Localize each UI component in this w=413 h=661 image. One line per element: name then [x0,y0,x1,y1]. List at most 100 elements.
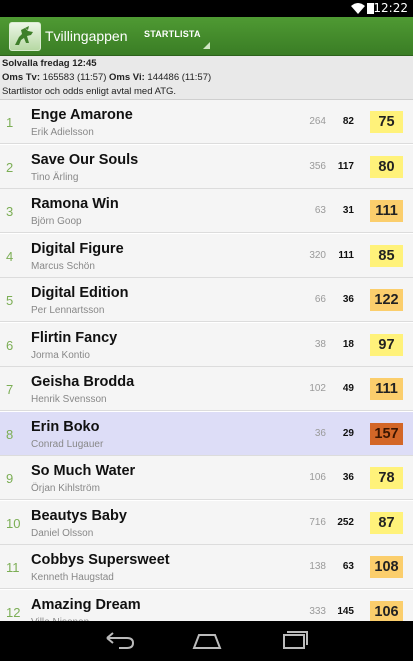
start-number: 6 [6,337,14,353]
start-number: 7 [6,382,14,397]
list-item[interactable]: 4 Digital Figure Marcus Schön 320 111 85 [0,233,413,278]
oms-tv-value: 165583 (11:57) [42,72,107,83]
start-number: 2 [6,159,14,175]
driver-name: Tino Ärling [31,171,79,183]
horse-name: Ramona Win [31,196,119,212]
list-item[interactable]: 3 Ramona Win Björn Goop 63 31 111 [0,189,413,233]
turnover-value: 63 [314,205,326,216]
turnover-value: 36 [314,427,326,439]
race-info-header: Solvalla fredag 12:45 Oms Tv: 165583 (11… [0,56,413,100]
horse-name: Geisha Brodda [31,374,135,390]
odds-value: 82 [342,116,354,127]
driver-name: Daniel Olsson [31,527,94,539]
list-item[interactable]: 9 So Much Water Örjan Kihlström 106 36 78 [0,456,413,500]
turnover-value: 138 [309,561,326,572]
horse-name: Amazing Dream [31,596,141,613]
score-badge: 85 [370,244,403,267]
list-item[interactable]: 7 Geisha Brodda Henrik Svensson 102 49 111 [0,367,413,411]
horse-name: So Much Water [31,463,136,479]
score-badge: 87 [370,511,403,534]
start-number: 8 [6,426,14,442]
start-number: 4 [6,248,14,264]
app-logo-icon[interactable] [9,22,41,51]
driver-name: Henrik Svensson [31,394,107,405]
start-number: 1 [6,115,14,130]
turnover-line: Oms Tv: 165583 (11:57) Oms Vi: 144486 (1… [2,72,211,83]
score-badge: 106 [370,600,403,621]
score-badge: 157 [370,422,403,445]
odds-value: 145 [337,605,354,617]
turnover-value: 264 [309,116,326,127]
race-title: Solvalla fredag 12:45 [2,58,97,69]
horse-name: Cobbys Supersweet [31,552,170,568]
list-item[interactable]: 2 Save Our Souls Tino Ärling 356 117 80 [0,144,413,189]
action-bar: Tvillingappen STARTLISTA [0,17,413,56]
driver-name: Per Lennartsson [31,305,105,316]
list-item[interactable]: 10 Beautys Baby Daniel Olsson 716 252 87 [0,500,413,545]
oms-vi-value: 144486 (11:57) [147,72,212,83]
odds-value: 31 [342,205,354,216]
clock: 12:22 [373,1,408,15]
start-number: 3 [6,204,14,219]
turnover-value: 356 [309,160,326,172]
horse-name: Enge Amarone [31,107,133,123]
turnover-value: 38 [314,338,326,350]
app-title: Tvillingappen [45,28,128,44]
dropdown-corner-icon [203,42,210,49]
odds-value: 29 [342,427,354,439]
turnover-value: 106 [309,472,326,483]
oms-tv-label: Oms Tv: [2,72,41,83]
score-badge: 75 [370,111,403,133]
list-item[interactable]: 12Amazing DreamVille Nisonen333145106 [0,589,413,621]
odds-value: 117 [337,160,354,172]
odds-value: 252 [337,516,354,528]
driver-name: Marcus Schön [31,260,95,272]
score-badge: 111 [370,378,403,400]
odds-value: 111 [338,249,354,261]
list-item[interactable]: 8 Erin Boko Conrad Lugauer 36 29 157 [0,411,413,456]
turnover-value: 716 [309,516,326,528]
list-item[interactable]: 1 Enge Amarone Erik Adielsson 264 82 75 [0,100,413,144]
oms-vi-label: Oms Vi: [109,72,145,83]
horse-name: Beautys Baby [31,507,127,524]
odds-value: 36 [342,472,354,483]
list-item[interactable]: 11 Cobbys Supersweet Kenneth Haugstad 138 63… [0,545,413,589]
turnover-value: 102 [309,383,326,394]
score-badge: 108 [370,556,403,578]
home-icon[interactable] [185,630,229,652]
wifi-icon [351,3,365,14]
turnover-value: 333 [309,605,326,617]
score-badge: 122 [370,289,403,311]
driver-name: Conrad Lugauer [31,438,104,450]
horse-name: Erin Boko [31,418,100,435]
tab-startlista[interactable]: STARTLISTA [144,29,201,39]
driver-name: Örjan Kihlström [31,483,100,494]
back-icon[interactable] [97,630,141,652]
start-list[interactable]: 1 Enge Amarone Erik Adielsson 264 82 75 2 Save … [0,100,413,621]
start-number: 10 [6,515,21,531]
turnover-value: 66 [314,294,326,305]
list-item[interactable]: 6 Flirtin Fancy Jorma Kontio 38 18 97 [0,322,413,367]
start-number: 5 [6,293,14,308]
odds-value: 18 [342,338,354,350]
horse-name: Flirtin Fancy [31,329,118,346]
odds-value: 63 [342,561,354,572]
odds-note: Startlistor och odds enligt avtal med AT… [2,86,177,97]
score-badge: 111 [370,200,403,222]
score-badge: 78 [370,467,403,489]
recent-apps-icon[interactable] [272,630,316,652]
driver-name: Kenneth Haugstad [31,572,114,583]
start-number: 9 [6,471,14,486]
score-badge: 97 [370,333,403,356]
list-item[interactable]: 5 Digital Edition Per Lennartsson 66 36 122 [0,278,413,322]
score-badge: 80 [370,155,403,178]
driver-name: Jorma Kontio [31,349,90,361]
status-bar: 12:22 [0,0,413,17]
start-number: 12 [6,604,21,620]
horse-name: Save Our Souls [31,151,139,168]
odds-value: 49 [342,383,354,394]
driver-name: Erik Adielsson [31,127,94,138]
horse-name: Digital Figure [31,240,124,257]
start-number: 11 [6,560,20,575]
odds-value: 36 [342,294,354,305]
